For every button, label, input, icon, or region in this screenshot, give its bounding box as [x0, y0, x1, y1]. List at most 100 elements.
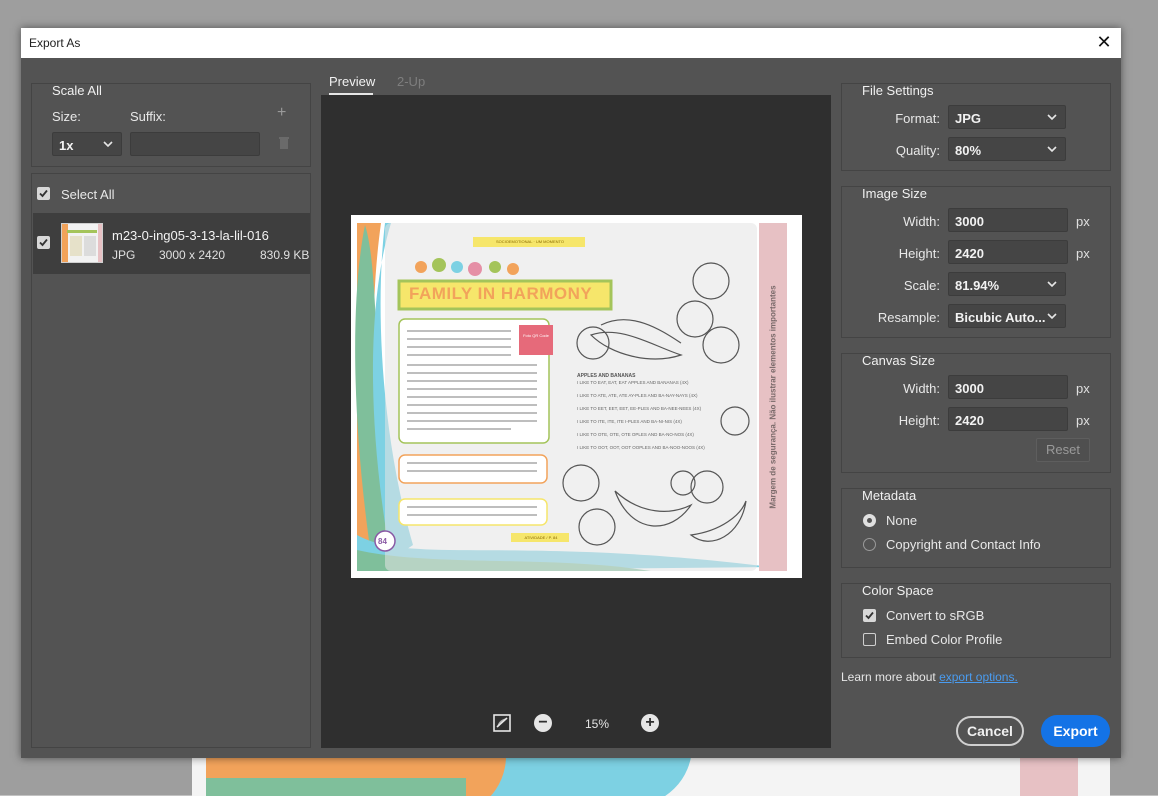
canvas-width-unit: px: [1076, 381, 1090, 396]
color-space-title: Color Space: [862, 583, 934, 598]
artboard-page-number: 84: [378, 537, 387, 546]
artboard-qr-label: Foto QR Code: [523, 333, 549, 338]
tab-2-up[interactable]: 2-Up: [397, 74, 425, 89]
scale-select[interactable]: 81.94%: [948, 272, 1066, 296]
chevron-down-icon: [1047, 281, 1057, 288]
background-document: [192, 756, 1110, 796]
convert-srgb-checkbox[interactable]: [863, 609, 876, 622]
color-space-panel: Color Space Convert to sRGB Embed Color …: [841, 583, 1111, 658]
check-icon: [39, 189, 48, 198]
canvas-size-panel: Canvas Size Width: 3000 px Height: 2420 …: [841, 353, 1111, 473]
quality-select[interactable]: 80%: [948, 137, 1066, 161]
canvas-height-input[interactable]: 2420: [948, 407, 1068, 431]
canvas-height-label: Height:: [898, 413, 940, 428]
asset-dimensions: 3000 x 2420: [159, 248, 226, 262]
scale-all-title: Scale All: [52, 83, 102, 98]
learn-more-text: Learn more about: [841, 670, 936, 684]
metadata-none-label: None: [886, 513, 918, 528]
fit-view-icon[interactable]: [493, 714, 511, 732]
suffix-input[interactable]: [130, 132, 260, 156]
canvas-size-title: Canvas Size: [862, 353, 935, 368]
cancel-button[interactable]: Cancel: [956, 716, 1024, 746]
quality-value: 80%: [955, 143, 982, 158]
size-value: 1x: [59, 138, 74, 153]
zoom-level: 15%: [585, 717, 610, 731]
canvas-width-label: Width:: [903, 381, 940, 396]
metadata-none-radio[interactable]: [863, 514, 876, 527]
image-size-panel: Image Size Width: 3000 px Height: 2420 p…: [841, 186, 1111, 338]
chevron-down-icon: [1047, 146, 1057, 153]
suffix-label: Suffix:: [130, 109, 166, 124]
convert-srgb-label: Convert to sRGB: [886, 608, 985, 623]
trash-icon[interactable]: [278, 136, 290, 150]
scale-value: 81.94%: [955, 278, 1000, 293]
artboard-line: I LIKE TO OOT, OOT, OOT OOPLES AND BA-NO…: [577, 445, 705, 450]
check-icon: [39, 238, 48, 247]
reset-button[interactable]: Reset: [1036, 438, 1090, 462]
image-size-title: Image Size: [862, 186, 928, 201]
asset-checkbox[interactable]: [37, 236, 50, 249]
asset-row[interactable]: m23-0-ing05-3-13-la-lil-016 JPG 3000 x 2…: [33, 213, 310, 274]
size-select[interactable]: 1x: [52, 132, 122, 156]
chevron-down-icon: [1047, 114, 1057, 121]
artboard-line: I LIKE TO EAT, EAT, EAT APPLES AND BANAN…: [577, 380, 689, 385]
canvas-height-unit: px: [1076, 413, 1090, 428]
image-height-label: Height:: [898, 246, 940, 261]
artboard-line: I LIKE TO EET, EET, EET, EE-PLES AND BA-…: [577, 406, 702, 411]
image-width-input[interactable]: 3000: [948, 208, 1068, 232]
tab-preview[interactable]: Preview: [329, 74, 375, 89]
asset-name: m23-0-ing05-3-13-la-lil-016: [112, 228, 269, 243]
scale-label: Scale:: [903, 278, 940, 293]
artboard-line: I LIKE TO ATE, ATE, ATE AY-PLES AND BA-N…: [577, 393, 698, 398]
file-settings-panel: File Settings Format: JPG Quality: 80%: [841, 83, 1111, 171]
size-label: Size:: [52, 109, 81, 124]
title-bar: Export As ✕: [21, 28, 1121, 58]
artboard-heading: FAMILY IN HARMONY: [409, 284, 593, 303]
add-scale-icon[interactable]: +: [277, 104, 286, 122]
artboard-footer-tag: ATIVIDADE / P. 84: [524, 535, 558, 540]
asset-list-panel: Select All m23-0-ing05-3-13-la-lil-016 J…: [31, 173, 311, 748]
artboard-line: I LIKE TO OTE, OTE, OTE OPLES AND BA-NO-…: [577, 432, 694, 437]
resample-select[interactable]: Bicubic Auto...: [948, 304, 1066, 328]
metadata-title: Metadata: [862, 488, 917, 503]
image-width-unit: px: [1076, 214, 1090, 229]
embed-profile-checkbox[interactable]: [863, 633, 876, 646]
metadata-copyright-radio[interactable]: [863, 538, 876, 551]
image-width-label: Width:: [903, 214, 940, 229]
chevron-down-icon: [1047, 313, 1057, 320]
export-options-link[interactable]: export options.: [939, 670, 1018, 684]
chevron-down-icon: [103, 141, 113, 148]
asset-file-size: 830.9 KB: [260, 248, 310, 262]
artboard-side-text: Margem de segurança. Não ilustrar elemen…: [768, 285, 778, 509]
select-all-label: Select All: [61, 187, 115, 202]
learn-more: Learn more about export options.: [841, 670, 1018, 684]
select-all-checkbox[interactable]: [37, 187, 50, 200]
image-height-input[interactable]: 2420: [948, 240, 1068, 264]
canvas-width-input[interactable]: 3000: [948, 375, 1068, 399]
resample-label: Resample:: [877, 310, 940, 325]
export-button[interactable]: Export: [1041, 715, 1110, 747]
preview-area[interactable]: SOCIOEMOTIONAL · UM MOMENTO FAMILY IN HA…: [321, 95, 831, 748]
preview-artboard: SOCIOEMOTIONAL · UM MOMENTO FAMILY IN HA…: [351, 215, 802, 578]
metadata-panel: Metadata None Copyright and Contact Info: [841, 488, 1111, 568]
quality-label: Quality:: [895, 143, 940, 158]
zoom-in-icon[interactable]: +: [641, 714, 659, 732]
artboard-top-banner: SOCIOEMOTIONAL · UM MOMENTO: [495, 239, 564, 244]
zoom-bar: − 15% +: [321, 708, 831, 738]
resample-value: Bicubic Auto...: [955, 310, 1046, 325]
close-icon[interactable]: ✕: [1093, 31, 1115, 53]
check-icon: [865, 611, 874, 620]
embed-profile-label: Embed Color Profile: [886, 632, 1003, 647]
format-label: Format:: [895, 111, 940, 126]
format-value: JPG: [955, 111, 982, 126]
image-height-unit: px: [1076, 246, 1090, 261]
export-as-dialog: Export As ✕ Scale All Size: Suffix: + 1x…: [21, 28, 1121, 758]
zoom-out-icon[interactable]: −: [534, 714, 552, 732]
format-select[interactable]: JPG: [948, 105, 1066, 129]
metadata-copyright-label: Copyright and Contact Info: [886, 537, 1041, 552]
window-title: Export As: [29, 36, 81, 50]
scale-all-panel: Scale All Size: Suffix: + 1x: [31, 83, 311, 167]
artboard-fruit-section: APPLES AND BANANAS: [577, 373, 636, 379]
file-settings-title: File Settings: [862, 83, 934, 98]
artboard-line: I LIKE TO ITE, ITE, ITE I-PLES AND BA-NI…: [577, 419, 682, 424]
